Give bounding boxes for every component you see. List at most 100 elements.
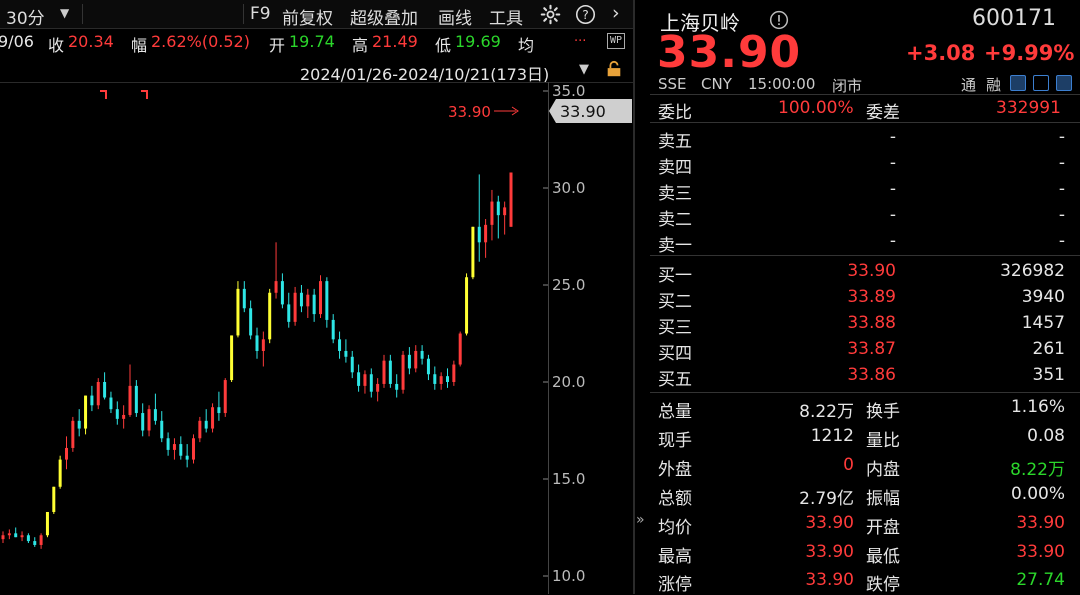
candle[interactable] [84, 395, 88, 435]
more-indicators[interactable]: ... [574, 30, 586, 45]
candle[interactable] [395, 374, 399, 398]
candle[interactable] [426, 354, 430, 381]
candle[interactable] [382, 354, 386, 388]
edit-icon[interactable] [1010, 75, 1026, 91]
candle[interactable] [312, 288, 316, 322]
wp-badge[interactable]: WP [607, 33, 626, 49]
candle[interactable] [230, 335, 234, 382]
candle[interactable] [388, 354, 392, 388]
candle[interactable] [217, 391, 221, 421]
candle[interactable] [160, 411, 164, 443]
candle[interactable] [490, 189, 494, 241]
candle[interactable] [484, 219, 488, 258]
candle[interactable] [109, 391, 113, 414]
candle[interactable] [115, 401, 119, 425]
candle[interactable] [344, 339, 348, 363]
candle[interactable] [363, 370, 367, 394]
candle[interactable] [280, 273, 284, 309]
candle[interactable] [192, 434, 195, 464]
chevron-right-icon[interactable]: › [612, 2, 620, 24]
candle[interactable] [401, 350, 405, 394]
candle[interactable] [45, 511, 49, 538]
expand-panel-icon[interactable]: » [636, 512, 645, 528]
candle[interactable] [166, 432, 170, 456]
candle[interactable] [465, 273, 469, 336]
candle[interactable] [103, 372, 107, 400]
candle[interactable] [122, 405, 126, 429]
draw-line-button[interactable]: 画线 [438, 4, 472, 29]
candle[interactable] [376, 378, 380, 402]
candle[interactable] [496, 195, 500, 239]
candle[interactable] [268, 288, 272, 344]
candle[interactable] [52, 486, 56, 514]
candle[interactable] [452, 360, 456, 386]
candlestick-chart[interactable]: 35.0 30.0 25.0 20.0 15.0 10.0 33.90 33.90 [0, 82, 633, 594]
candle[interactable] [293, 286, 297, 326]
candle[interactable] [141, 403, 145, 437]
settings-gear-icon[interactable] [540, 4, 561, 25]
candle[interactable] [14, 527, 18, 538]
candle[interactable] [211, 403, 215, 433]
candle[interactable] [204, 409, 208, 433]
candle[interactable] [319, 275, 322, 318]
candle[interactable] [185, 444, 189, 468]
candle[interactable] [153, 393, 157, 425]
candle[interactable] [369, 368, 373, 398]
tools-button[interactable]: 工具 [489, 4, 523, 29]
candle[interactable] [357, 364, 361, 392]
candle[interactable] [134, 380, 138, 417]
candle[interactable] [65, 436, 68, 470]
candle[interactable] [20, 531, 24, 542]
lock-icon[interactable] [605, 60, 623, 78]
help-icon[interactable]: ? [575, 4, 596, 25]
candle[interactable] [255, 327, 259, 359]
candle[interactable] [7, 529, 11, 540]
candle[interactable] [26, 533, 30, 544]
candle[interactable] [433, 366, 437, 390]
candle[interactable] [439, 372, 443, 390]
period-selector[interactable]: 30分 [6, 4, 45, 29]
candle[interactable] [299, 285, 303, 313]
candle[interactable] [306, 288, 310, 318]
f9-button[interactable]: F9 [250, 4, 271, 24]
candle[interactable] [172, 438, 176, 460]
period-dropdown-icon[interactable]: ▼ [60, 6, 69, 20]
candle[interactable] [242, 281, 246, 313]
candle[interactable] [274, 242, 278, 299]
candle[interactable] [414, 345, 418, 373]
candle[interactable] [477, 174, 481, 262]
candle[interactable] [236, 281, 240, 338]
candle[interactable] [261, 331, 265, 367]
candle[interactable] [90, 385, 94, 412]
candle[interactable] [503, 201, 507, 235]
candle[interactable] [325, 277, 329, 328]
window-icon[interactable] [1033, 75, 1049, 91]
candle[interactable] [147, 405, 151, 437]
candle[interactable] [509, 172, 513, 227]
candle[interactable] [471, 226, 475, 280]
candle[interactable] [407, 347, 411, 375]
candle[interactable] [1, 531, 5, 544]
candle[interactable] [58, 455, 62, 489]
candle[interactable] [179, 436, 183, 460]
candle[interactable] [287, 292, 291, 328]
candle[interactable] [420, 345, 424, 365]
candle[interactable] [71, 416, 75, 452]
candle[interactable] [458, 331, 462, 367]
range-dropdown-icon[interactable]: ▼ [579, 62, 589, 77]
candle[interactable] [77, 409, 81, 437]
candle[interactable] [198, 416, 202, 443]
candle[interactable] [128, 364, 132, 417]
candle[interactable] [350, 350, 354, 379]
add-icon[interactable] [1056, 75, 1072, 91]
candle[interactable] [446, 368, 449, 388]
candle[interactable] [33, 537, 37, 547]
super-overlay-button[interactable]: 超级叠加 [350, 4, 418, 29]
candle[interactable] [249, 300, 253, 340]
candle[interactable] [39, 533, 43, 549]
restore-right-button[interactable]: 前复权 [282, 4, 333, 29]
candle[interactable] [223, 378, 227, 417]
candle[interactable] [338, 331, 342, 359]
candle[interactable] [96, 378, 100, 410]
candle[interactable] [331, 314, 335, 344]
